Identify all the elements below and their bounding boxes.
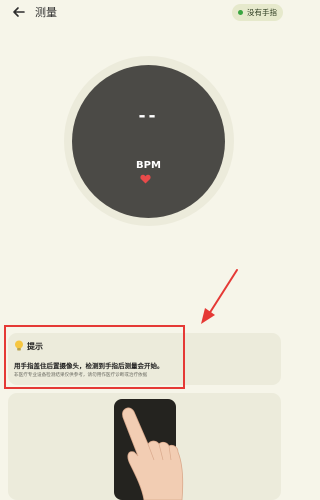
heart-rate-gauge	[72, 65, 225, 218]
finger-status-badge: 没有手指	[232, 4, 283, 21]
status-dot-icon	[238, 10, 243, 15]
annotation-arrow	[201, 269, 238, 324]
top-bar: 测量 没有手指	[0, 0, 289, 26]
heart-icon	[140, 174, 151, 184]
highlight-box	[4, 325, 185, 389]
page-title: 测量	[35, 6, 57, 19]
arrow-left-icon[interactable]	[12, 5, 26, 19]
heart-rate-value: --	[138, 106, 159, 126]
heart-rate-unit: BPM	[136, 160, 161, 171]
hand-illustration	[122, 407, 184, 500]
finger-status-label: 没有手指	[247, 8, 277, 17]
